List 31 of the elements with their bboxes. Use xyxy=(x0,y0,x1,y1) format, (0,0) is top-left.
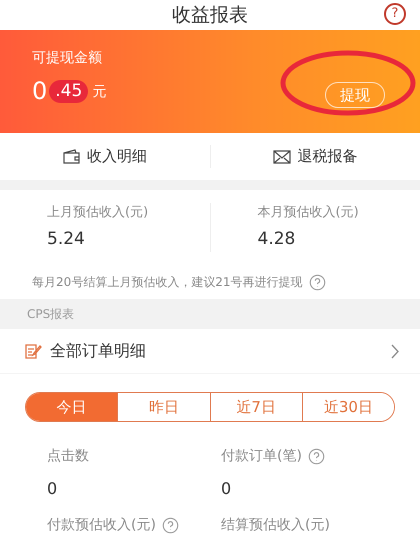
redaction-mark: .45 xyxy=(49,80,88,103)
period-tab[interactable]: 近30日 xyxy=(302,393,394,421)
balance-label: 可提现金额 xyxy=(32,49,103,68)
metric-label: 付款预估收入(元) xyxy=(47,516,156,535)
period-tab[interactable]: 今日 xyxy=(26,393,118,421)
envelope-icon xyxy=(273,148,292,164)
action-button[interactable]: 收入明细 xyxy=(0,145,210,168)
metric-value: 0 xyxy=(47,478,58,500)
help-icon[interactable] xyxy=(308,448,325,465)
estimate-label: 本月预估收入(元) xyxy=(258,204,360,222)
estimate-label: 上月预估收入(元) xyxy=(47,204,150,222)
chevron-right-icon xyxy=(391,344,400,358)
note-edit-icon xyxy=(24,342,42,360)
section-title: CPS报表 xyxy=(27,306,74,323)
orders-link[interactable]: 全部订单明细 xyxy=(0,329,420,374)
estimate-value: 4.28 xyxy=(258,228,296,250)
action-button[interactable]: 退税报备 xyxy=(210,145,420,168)
balance-amount: 0 xyxy=(32,79,48,103)
estimate-value: 5.24 xyxy=(47,228,86,250)
wallet-icon xyxy=(62,148,81,164)
page-title: 收益报表 xyxy=(172,2,248,28)
withdraw-button[interactable]: 提现 xyxy=(325,82,385,108)
help-icon[interactable] xyxy=(162,517,179,534)
help-icon[interactable] xyxy=(308,274,326,290)
metric-label: 付款订单(笔) xyxy=(221,447,302,466)
metric-value: 0 xyxy=(221,478,232,500)
settlement-note: 每月20号结算上月预估收入，建议21号再进行提现 xyxy=(32,274,303,291)
metric-label: 点击数 xyxy=(47,447,89,466)
metric-label: 结算预估收入(元) xyxy=(221,516,330,535)
help-icon[interactable]: ? xyxy=(384,3,406,25)
currency-unit: 元 xyxy=(92,83,106,102)
